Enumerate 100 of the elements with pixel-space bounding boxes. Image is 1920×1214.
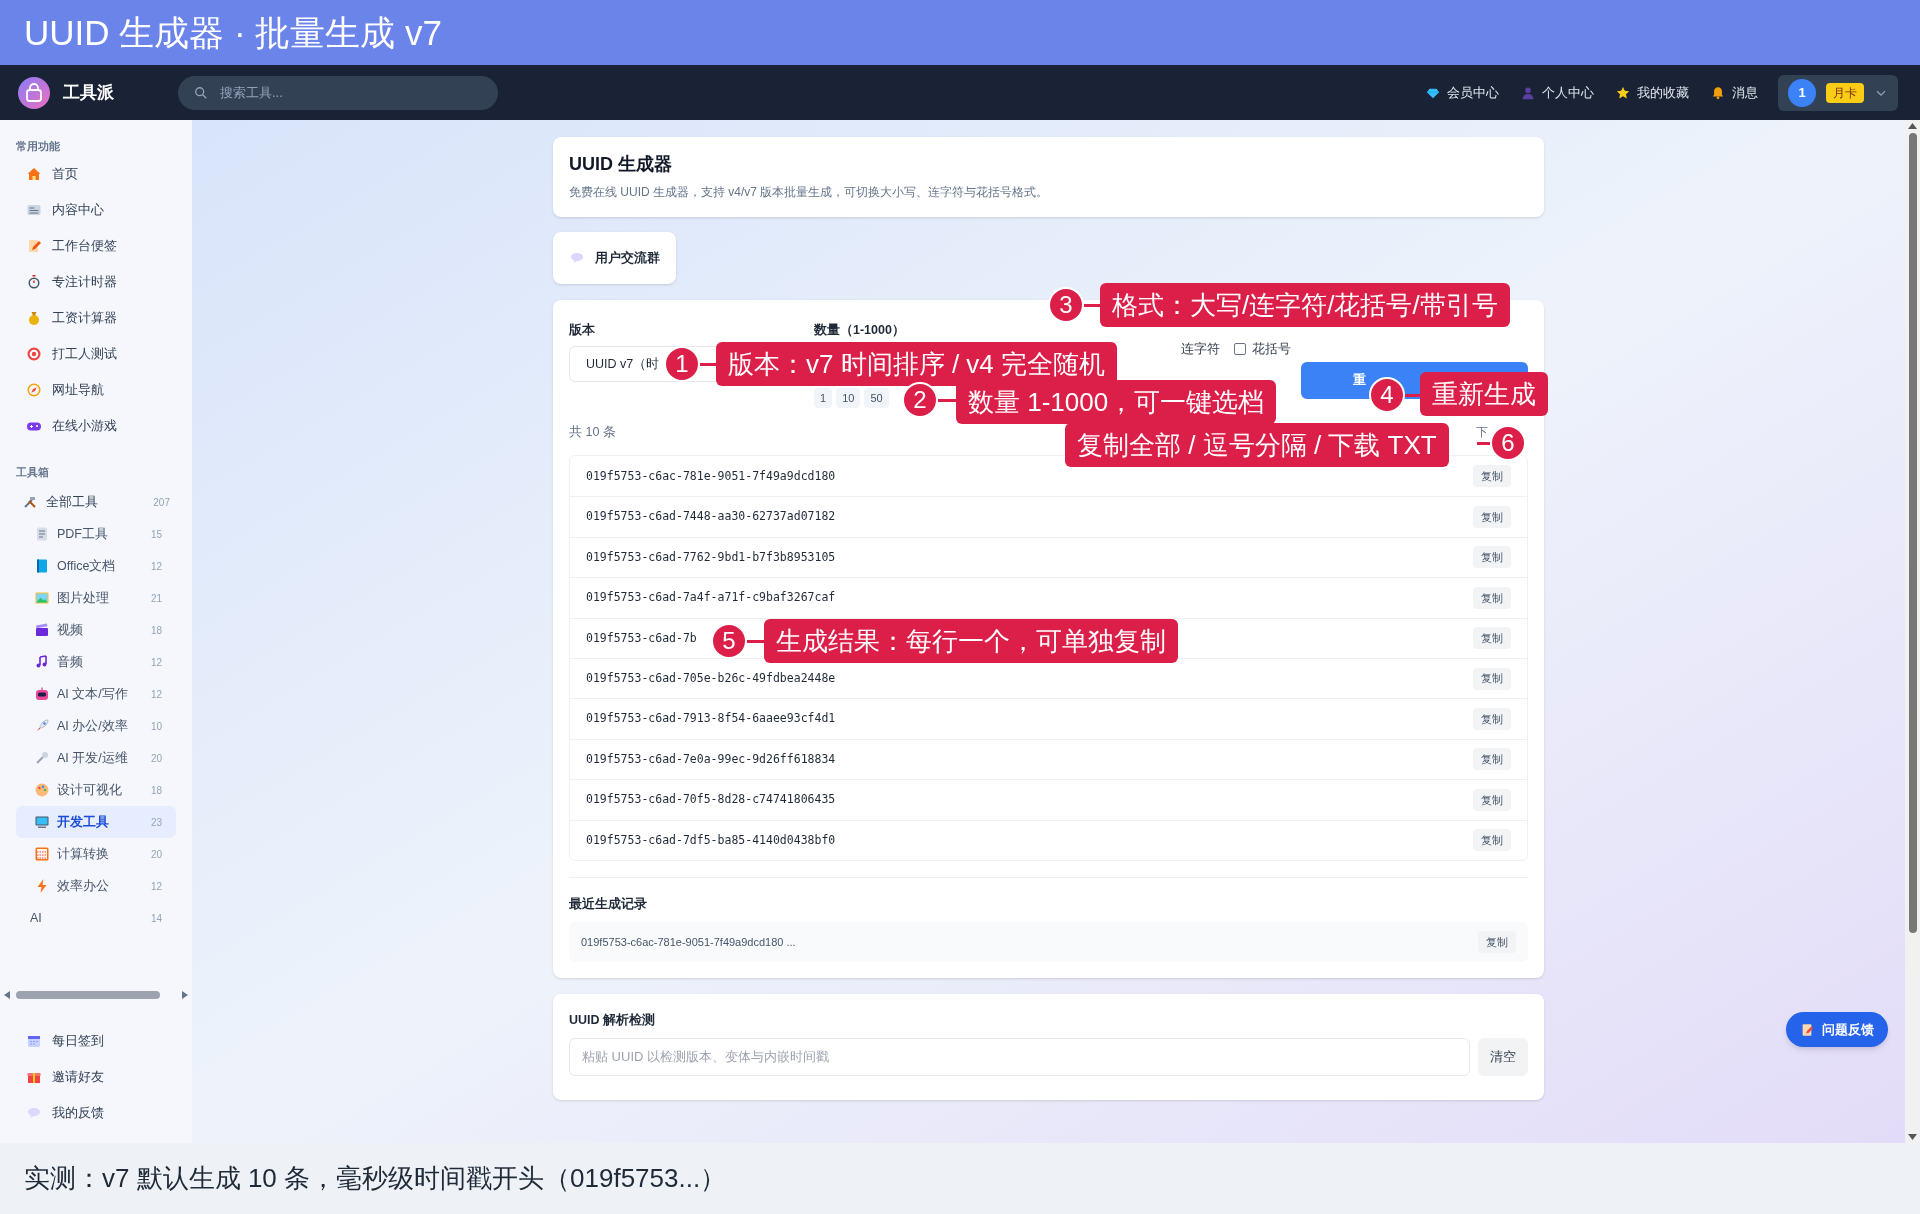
bell-icon xyxy=(1711,85,1725,100)
sidebar-item[interactable]: 音频 12 xyxy=(16,646,176,678)
copy-button[interactable]: 复制 xyxy=(1473,546,1511,569)
uuid-text: 019f5753-c6ad-7a4f-a71f-c9baf3267caf xyxy=(586,589,836,607)
user-menu[interactable]: 1 月卡 xyxy=(1778,74,1898,111)
nav-link[interactable]: 个人中心 xyxy=(1521,82,1594,103)
preset-chip[interactable]: 1 xyxy=(814,388,833,408)
search-icon xyxy=(194,85,208,100)
section-heading: 最近生成记录 xyxy=(569,895,648,913)
item-count: 14 xyxy=(150,911,162,926)
sidebar-item[interactable]: 图片处理 21 xyxy=(16,582,176,614)
palette-icon xyxy=(34,782,50,798)
item-count: 10 xyxy=(150,719,162,734)
vertical-scrollbar[interactable] xyxy=(1905,120,1920,1143)
annotation-tooltip: 数量 1-1000，可一键选档 xyxy=(956,380,1277,424)
scroll-left-icon[interactable] xyxy=(4,991,10,999)
sidebar-item[interactable]: AI 办公/效率 10 xyxy=(16,710,176,742)
item-count: 18 xyxy=(150,783,162,798)
sidebar-item[interactable]: 视频 18 xyxy=(16,614,176,646)
community-button[interactable]: 用户交流群 xyxy=(553,232,676,284)
user-avatar: 1 xyxy=(1788,78,1816,107)
sidebar-item[interactable]: 邀请好友 xyxy=(16,1059,176,1095)
copy-button[interactable]: 复制 xyxy=(1473,506,1511,529)
money-bag-icon xyxy=(26,310,42,326)
uuid-text: 019f5753-c6ad-7448-aa30-62737ad07182 xyxy=(586,508,836,526)
search-field[interactable]: 搜索工具... xyxy=(178,75,498,110)
uuid-text: 019f5753-c6ac-781e-9051-7f49a9dcd180 xyxy=(586,467,836,485)
page-description: 免费在线 UUID 生成器，支持 v4/v7 版本批量生成，可切换大小写、连字符与花括号格式。 xyxy=(569,184,1050,201)
sidebar-item[interactable]: 首页 xyxy=(16,156,176,192)
feedback-button[interactable]: 问题反馈 xyxy=(1786,1012,1888,1047)
sidebar-item[interactable]: 计算转换 20 xyxy=(16,838,176,870)
house-icon xyxy=(26,166,42,182)
download-button[interactable]: 下 xyxy=(1476,423,1488,441)
sidebar-item[interactable]: 工作台便签 xyxy=(16,228,176,264)
scroll-right-icon[interactable] xyxy=(182,991,188,999)
landscape-picture-icon xyxy=(34,590,50,606)
sidebar-item[interactable]: Office文档 12 xyxy=(16,550,176,582)
sidebar-item[interactable]: 打工人测试 xyxy=(16,336,176,372)
hammer-wrench-icon xyxy=(22,494,38,510)
sidebar-item[interactable]: 专注计时器 xyxy=(16,264,176,300)
book-icon xyxy=(34,558,50,574)
preset-chip[interactable]: 50 xyxy=(864,388,889,408)
item-count: 21 xyxy=(150,591,162,606)
field-label: 数量（1-1000） xyxy=(814,322,906,339)
leader-line xyxy=(938,399,956,402)
checkbox[interactable] xyxy=(1234,343,1246,356)
copy-button[interactable]: 复制 xyxy=(1478,930,1516,953)
copy-button[interactable]: 复制 xyxy=(1473,788,1511,811)
sidebar-item[interactable]: PDF工具 15 xyxy=(16,518,176,550)
scroll-up-icon[interactable] xyxy=(1908,123,1917,129)
scroll-down-icon[interactable] xyxy=(1908,1134,1917,1140)
sidebar-item[interactable]: 工资计算器 xyxy=(16,300,176,336)
nav-link[interactable]: 会员中心 xyxy=(1426,82,1499,103)
nav-link[interactable]: 我的收藏 xyxy=(1616,82,1689,103)
logo-icon xyxy=(18,76,50,109)
sidebar-item[interactable]: 效率办公 12 xyxy=(16,870,176,902)
copy-button[interactable]: 复制 xyxy=(1473,829,1511,852)
option-label: 花括号 xyxy=(1252,341,1291,358)
caption-text: 实测：v7 默认生成 10 条，毫秒级时间戳开头（019f5753...） xyxy=(24,1162,727,1195)
uuid-input-field[interactable]: 粘贴 UUID 以检测版本、变体与内嵌时间戳 xyxy=(569,1037,1470,1076)
horizontal-scrollbar[interactable] xyxy=(4,989,188,1001)
copy-button[interactable]: 复制 xyxy=(1473,586,1511,609)
clear-button[interactable]: 清空 xyxy=(1478,1037,1528,1076)
sidebar-item[interactable]: 内容中心 xyxy=(16,192,176,228)
copy-button[interactable]: 复制 xyxy=(1473,465,1511,488)
item-count: 23 xyxy=(150,815,162,830)
document-icon xyxy=(34,526,50,542)
membership-badge: 月卡 xyxy=(1826,82,1864,103)
uuid-text: 019f5753-c6ad-70f5-8d28-c74741806435 xyxy=(586,791,836,809)
result-count: 共 10 条 xyxy=(569,423,616,441)
section-heading: UUID 解析检测 xyxy=(569,1011,657,1029)
sidebar-item[interactable]: AI 14 xyxy=(16,902,176,934)
sidebar-item[interactable]: 我的反馈 xyxy=(16,1095,176,1131)
monitor-icon xyxy=(34,814,50,830)
item-count: 15 xyxy=(150,527,162,542)
copy-button[interactable]: 复制 xyxy=(1473,627,1511,650)
search-input[interactable]: 搜索工具... xyxy=(220,82,482,103)
rocket-icon xyxy=(34,718,50,734)
nav-link[interactable]: 消息 xyxy=(1711,82,1758,103)
uuid-text: 019f5753-c6ad-7b xyxy=(586,629,697,647)
calendar-icon xyxy=(26,1033,42,1049)
sidebar-item[interactable]: AI 开发/运维 20 xyxy=(16,742,176,774)
item-count: 12 xyxy=(150,559,162,574)
sidebar-item[interactable]: 全部工具 207 xyxy=(16,486,176,518)
annotation-tooltip: 复制全部 / 逗号分隔 / 下载 TXT xyxy=(1065,423,1449,467)
sidebar-item[interactable]: 设计可视化 18 xyxy=(16,774,176,806)
sidebar-item[interactable]: 网址导航 xyxy=(16,372,176,408)
copy-button[interactable]: 复制 xyxy=(1473,667,1511,690)
uuid-text: 019f5753-c6ad-7e0a-99ec-9d26ff618834 xyxy=(586,750,836,768)
sidebar-item[interactable]: 开发工具 23 xyxy=(16,806,176,838)
sidebar-item[interactable]: 每日签到 xyxy=(16,1023,176,1059)
copy-button[interactable]: 复制 xyxy=(1473,748,1511,771)
copy-button[interactable]: 复制 xyxy=(1473,708,1511,731)
note-icon xyxy=(1800,1022,1814,1037)
uuid-text: 019f5753-c6ad-7913-8f54-6aaee93cf4d1 xyxy=(586,710,836,728)
preset-chip[interactable]: 10 xyxy=(836,388,861,408)
uuid-text: 019f5753-c6ad-7762-9bd1-b7f3b8953105 xyxy=(586,548,836,566)
sidebar-item[interactable]: AI 文本/写作 12 xyxy=(16,678,176,710)
sidebar-item[interactable]: 在线小游戏 xyxy=(16,408,176,444)
item-count: 20 xyxy=(150,847,162,862)
